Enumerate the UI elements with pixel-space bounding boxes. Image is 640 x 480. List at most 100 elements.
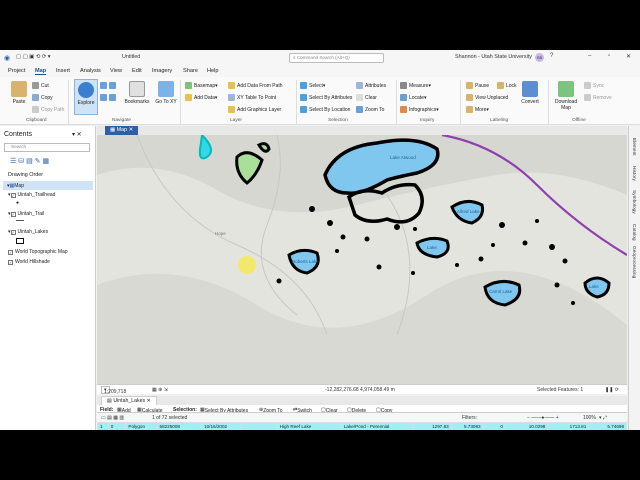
convert-button[interactable]: Convert: [518, 81, 542, 105]
layer-uintah-trail[interactable]: ▾ ✓ Uintah_Trail: [8, 211, 44, 217]
pause-labels-button[interactable]: Pause: [466, 82, 489, 89]
filters-label[interactable]: Filters:: [462, 415, 477, 421]
measure-button[interactable]: Measure ▾: [400, 82, 431, 89]
tab-edit[interactable]: Edit: [132, 68, 142, 74]
selected-features-count[interactable]: Selected Features: 1: [537, 387, 583, 393]
layer-uintah-lakes[interactable]: ▾ ✓ Uintah_Lakes: [8, 229, 48, 235]
table-row[interactable]: 1 0 Polygon 58225008 10/16/2002 High Reef Lak…: [97, 422, 627, 430]
visibility-checkbox[interactable]: ✓: [8, 259, 13, 265]
list-by-source-icon[interactable]: ⛁: [18, 157, 24, 165]
list-by-editing-icon[interactable]: ✎: [35, 157, 41, 165]
list-by-drawing-order-icon[interactable]: ☰: [10, 157, 16, 165]
visibility-checkbox[interactable]: ✓: [10, 192, 16, 198]
help-icon[interactable]: ?: [550, 53, 553, 59]
table-cell[interactable]: Polygon: [125, 422, 158, 430]
visibility-checkbox[interactable]: ✓: [10, 211, 16, 217]
go-to-xy-button[interactable]: Go To XY: [155, 81, 177, 105]
table-cell[interactable]: 1713.81: [547, 422, 590, 430]
avatar[interactable]: SB: [535, 53, 544, 62]
table-cell[interactable]: 1297.83: [412, 422, 452, 430]
close-icon[interactable]: ✕: [626, 53, 631, 60]
contents-search-input[interactable]: Search: [4, 143, 90, 152]
nav-small-buttons[interactable]: [100, 82, 118, 89]
zoom-level[interactable]: 100%: [583, 415, 596, 421]
list-by-selection-icon[interactable]: ▤: [26, 157, 33, 165]
infographics-button[interactable]: Infographics ▾: [400, 106, 439, 113]
select-by-location-button[interactable]: Select By Location: [300, 106, 350, 113]
cut-button[interactable]: Cut: [32, 82, 49, 89]
download-map-button[interactable]: Download Map: [552, 81, 580, 111]
copy-path-button[interactable]: Copy Path: [32, 106, 64, 113]
quick-access-toolbar[interactable]: ▢ ▢ ▣ ⟲ ⟳ ▾: [16, 54, 51, 60]
view-unplaced-button[interactable]: View Unplaced: [466, 94, 508, 101]
maximize-icon[interactable]: ▫: [608, 53, 610, 59]
table-cell[interactable]: 5.74698: [588, 422, 627, 430]
contents-toolbar[interactable]: ☰ ⛁ ▤ ✎ ▦: [10, 157, 49, 165]
command-search-input[interactable]: ⌕ Command Search (Alt+Q): [289, 53, 384, 63]
more-labeling-button[interactable]: More ▾: [466, 106, 489, 113]
attributes-button[interactable]: Attributes: [356, 82, 386, 89]
table-cell[interactable]: 0: [482, 422, 506, 430]
locate-button[interactable]: Locate ▾: [400, 94, 427, 101]
layer-world-hillshade[interactable]: ✓ World Hillshade: [8, 259, 50, 265]
table-cell[interactable]: 0: [107, 422, 127, 430]
pause-drawing-icon[interactable]: ❚❚ ⟳: [605, 387, 619, 393]
table-cell[interactable]: 58225008: [156, 422, 203, 430]
table-cell[interactable]: High Reef Lake: [276, 422, 342, 430]
tab-view[interactable]: View: [110, 68, 122, 74]
tab-history[interactable]: History: [631, 166, 636, 181]
bookmarks-button[interactable]: Bookmarks: [122, 81, 152, 105]
nav-small-buttons-2[interactable]: [100, 94, 118, 101]
add-graphics-layer-button[interactable]: Add Graphics Layer: [228, 106, 281, 113]
zoom-slider[interactable]: − ——●—— +: [527, 415, 559, 421]
tab-share[interactable]: Share: [183, 68, 198, 74]
pane-options-icon[interactable]: ▾ ✕: [72, 131, 82, 138]
copy-button[interactable]: Copy: [32, 94, 53, 101]
zoom-dropdown-icon[interactable]: ▾ ⤢: [599, 415, 607, 421]
paste-button[interactable]: Paste: [8, 81, 30, 105]
attribute-table-tab[interactable]: ▤ Uintah_Lakes ✕: [101, 396, 157, 405]
tab-element[interactable]: Element: [631, 138, 636, 156]
layer-world-topographic-map[interactable]: ✓ World Topographic Map: [8, 249, 68, 255]
table-cell[interactable]: 10.0298: [504, 422, 549, 430]
layer-map[interactable]: ▾ ▦ Map: [3, 181, 93, 190]
basemap-button[interactable]: Basemap ▾: [185, 82, 218, 89]
tab-symbology[interactable]: Symbology: [631, 190, 636, 214]
select-button[interactable]: Select ▾: [300, 82, 325, 89]
tab-insert[interactable]: Insert: [56, 68, 70, 74]
scale-selector[interactable]: 1:209,718 ▾: [101, 386, 126, 395]
minimize-icon[interactable]: –: [588, 53, 591, 59]
table-cell[interactable]: 1: [97, 422, 109, 430]
layer-uintah-trailhead[interactable]: ▾ ✓ Uintah_Trailhead: [8, 192, 55, 198]
tab-map[interactable]: Map: [35, 68, 47, 75]
clear-selection-button[interactable]: Clear: [356, 94, 377, 101]
map-view-frame: ▦ Map ✕ Lake Atwood Allred Lake Roberts …: [97, 126, 627, 396]
status-tools[interactable]: ▦ ⊕ ⇲: [152, 387, 168, 393]
map-view-tab[interactable]: ▦ Map ✕: [105, 126, 139, 135]
explore-button[interactable]: Explore: [74, 79, 98, 115]
lock-labels-button[interactable]: Lock: [497, 82, 517, 89]
footer-tools[interactable]: ▭ ▤ ▦ ▥: [101, 415, 124, 421]
user-name[interactable]: Shannon - Utah State University: [455, 54, 532, 60]
tab-project[interactable]: Project: [8, 68, 25, 74]
tab-catalog[interactable]: Catalog: [631, 224, 636, 241]
table-cell[interactable]: 5.73083: [450, 422, 484, 430]
xy-table-to-point-button[interactable]: XY Table To Point: [228, 94, 276, 101]
zoom-to-selection-button[interactable]: Zoom To: [356, 106, 384, 113]
tab-geoprocessing[interactable]: Geoprocessing: [631, 246, 636, 278]
table-cell[interactable]: Lake/Pond - Perennial: [340, 422, 414, 430]
tab-imagery[interactable]: Imagery: [152, 68, 172, 74]
visibility-checkbox[interactable]: ✓: [8, 249, 13, 255]
table-cell[interactable]: 10/16/2002: [201, 422, 242, 430]
remove-button[interactable]: Remove: [584, 94, 612, 101]
map-canvas[interactable]: Lake Atwood Allred Lake Roberts Lake Lak…: [97, 135, 627, 384]
add-data-from-path-button[interactable]: Add Data From Path: [228, 82, 283, 89]
table-cell[interactable]: [240, 422, 278, 430]
select-by-attributes-button[interactable]: Select By Attributes: [300, 94, 352, 101]
add-data-button[interactable]: Add Data ▾: [185, 94, 217, 101]
tab-analysis[interactable]: Analysis: [80, 68, 101, 74]
list-by-labeling-icon[interactable]: ▦: [42, 157, 49, 165]
sync-button[interactable]: Sync: [584, 82, 604, 89]
tab-help[interactable]: Help: [207, 68, 219, 74]
visibility-checkbox[interactable]: ✓: [10, 229, 16, 235]
